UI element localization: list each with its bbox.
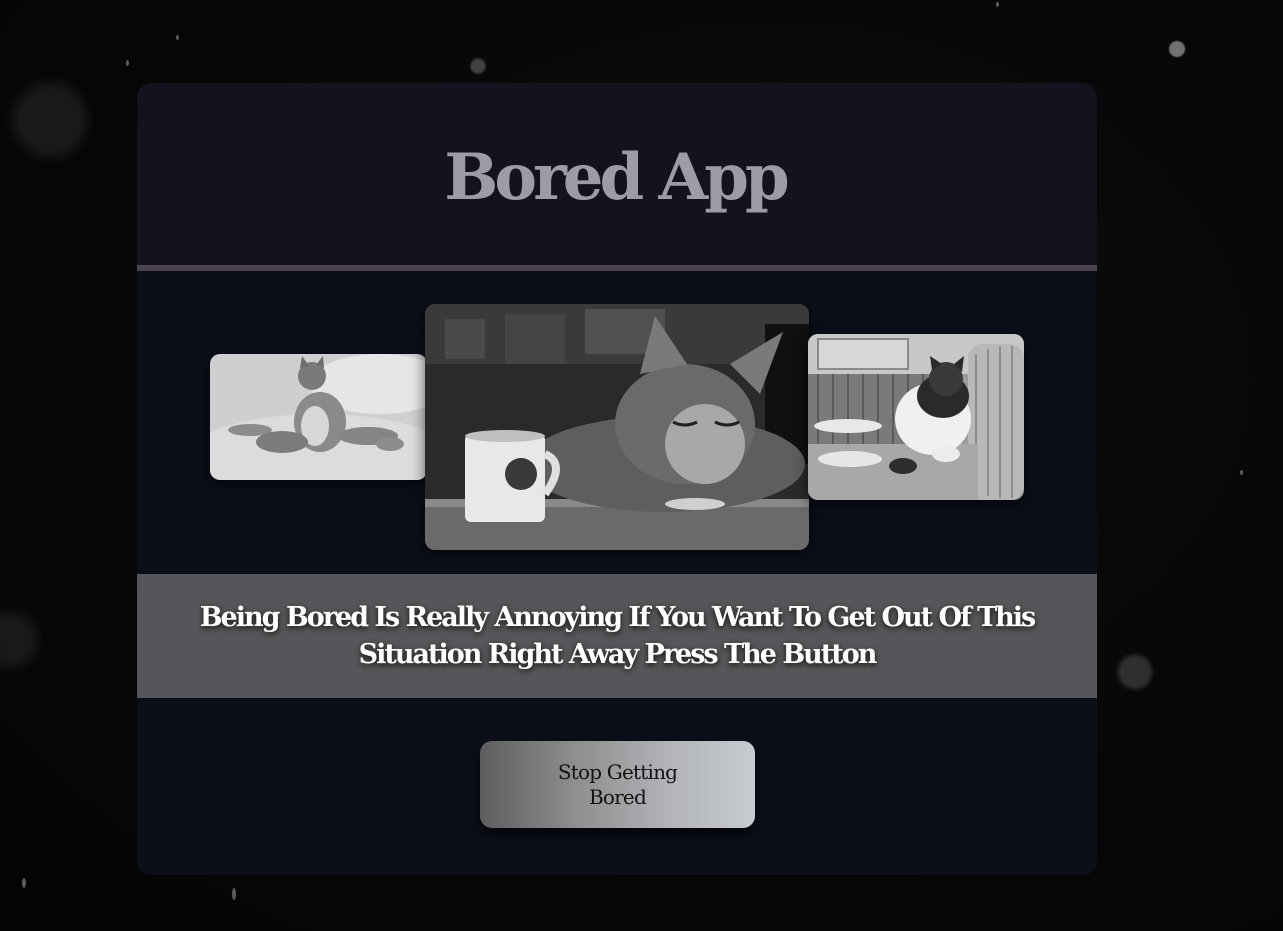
background-speck xyxy=(232,888,236,900)
cat-photo-left xyxy=(210,354,427,480)
cat-gallery xyxy=(137,271,1097,574)
stop-getting-bored-button[interactable]: Stop Getting Bored xyxy=(480,741,755,828)
background-speck xyxy=(126,60,129,66)
cat-photo-right xyxy=(808,334,1024,500)
background-speck xyxy=(996,2,999,7)
cat-with-mug-image xyxy=(425,304,809,550)
app-title: Bored App xyxy=(444,139,789,215)
cat-sitting-image xyxy=(210,354,427,480)
background-speck xyxy=(1240,470,1243,475)
background-speck xyxy=(22,878,26,888)
cat-on-couch-image xyxy=(808,334,1024,500)
main-card: Bored App Being Bored Is Really Annoying… xyxy=(137,83,1097,875)
banner-message: Being Bored Is Really Annoying If You Wa… xyxy=(199,602,1037,670)
page-background: Bored App Being Bored Is Really Annoying… xyxy=(0,0,1283,931)
button-label: Stop Getting Bored xyxy=(557,759,678,809)
message-banner: Being Bored Is Really Annoying If You Wa… xyxy=(137,574,1097,698)
header: Bored App xyxy=(137,83,1097,265)
background-speck xyxy=(176,35,179,40)
cat-photo-center xyxy=(425,304,809,550)
